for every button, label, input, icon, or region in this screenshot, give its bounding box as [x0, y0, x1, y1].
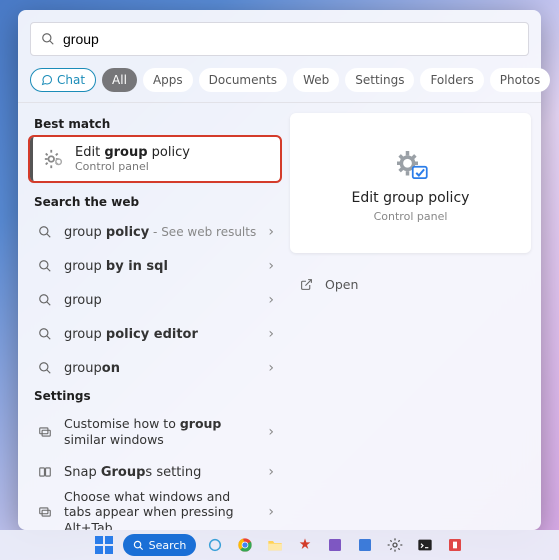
section-settings: Settings: [24, 385, 286, 409]
section-search-web: Search the web: [24, 191, 286, 215]
taskbar-search-label: Search: [149, 539, 187, 552]
tab-settings[interactable]: Settings: [345, 68, 414, 92]
search-bar[interactable]: [30, 22, 529, 56]
search-icon: [38, 361, 52, 375]
chevron-right-icon: ›: [268, 360, 274, 376]
best-match-subtitle: Control panel: [75, 160, 190, 173]
taskbar-search[interactable]: Search: [123, 534, 197, 556]
settings-result[interactable]: Choose what windows and tabs appear when…: [24, 489, 286, 530]
taskbar-settings-icon[interactable]: [384, 534, 406, 556]
open-icon: [300, 278, 313, 291]
snap-group-icon: [38, 465, 52, 479]
taskbar: Search: [0, 530, 559, 560]
tab-all[interactable]: All: [102, 68, 137, 92]
search-flyout: Chat All Apps Documents Web Settings Fol…: [18, 10, 541, 530]
gpedit-icon: [43, 148, 65, 170]
tab-folders[interactable]: Folders: [420, 68, 483, 92]
search-icon: [41, 32, 55, 46]
search-icon: [38, 327, 52, 341]
taskbar-chrome-icon[interactable]: [234, 534, 256, 556]
chevron-right-icon: ›: [268, 326, 274, 342]
start-button[interactable]: [93, 534, 115, 556]
web-result[interactable]: groupon ›: [24, 351, 286, 385]
chevron-right-icon: ›: [268, 424, 274, 440]
search-icon: [38, 225, 52, 239]
detail-column: Edit group policy Control panel Open: [286, 103, 541, 530]
search-icon: [38, 259, 52, 273]
taskbar-app-icon[interactable]: [324, 534, 346, 556]
alt-tab-icon: [38, 505, 52, 519]
filter-tabs: Chat All Apps Documents Web Settings Fol…: [18, 64, 541, 103]
section-best-match: Best match: [24, 113, 286, 137]
tab-documents[interactable]: Documents: [199, 68, 287, 92]
chat-tab-label: Chat: [57, 73, 85, 87]
open-action[interactable]: Open: [290, 269, 531, 300]
tab-photos[interactable]: Photos: [490, 68, 550, 92]
taskbar-app-icon[interactable]: [354, 534, 376, 556]
search-input[interactable]: [63, 31, 518, 47]
window-group-icon: [38, 425, 52, 439]
search-icon: [38, 293, 52, 307]
chevron-right-icon: ›: [268, 224, 274, 240]
open-label: Open: [325, 277, 358, 292]
chevron-right-icon: ›: [268, 504, 274, 520]
chevron-right-icon: ›: [268, 258, 274, 274]
taskbar-app-icon[interactable]: [294, 534, 316, 556]
best-match-result[interactable]: Edit group policy Control panel: [30, 137, 280, 181]
taskbar-explorer-icon[interactable]: [264, 534, 286, 556]
tab-web[interactable]: Web: [293, 68, 339, 92]
tab-apps[interactable]: Apps: [143, 68, 193, 92]
web-result[interactable]: group policy - See web results ›: [24, 215, 286, 249]
settings-result[interactable]: Snap Groups setting ›: [24, 455, 286, 489]
detail-title: Edit group policy: [352, 190, 470, 206]
best-match-title: Edit group policy: [75, 145, 190, 160]
detail-card: Edit group policy Control panel: [290, 113, 531, 253]
chat-tab[interactable]: Chat: [30, 68, 96, 92]
gpedit-large-icon: [390, 144, 432, 186]
settings-result[interactable]: Customise how to group similar windows ›: [24, 409, 286, 455]
detail-subtitle: Control panel: [374, 210, 448, 223]
results-column: Best match Edit group policy Control pan…: [18, 103, 286, 530]
taskbar-terminal-icon[interactable]: [414, 534, 436, 556]
taskbar-cortana-icon[interactable]: [204, 534, 226, 556]
chevron-right-icon: ›: [268, 292, 274, 308]
chevron-right-icon: ›: [268, 464, 274, 480]
web-result[interactable]: group ›: [24, 283, 286, 317]
taskbar-app-icon[interactable]: [444, 534, 466, 556]
web-result[interactable]: group policy editor ›: [24, 317, 286, 351]
web-result[interactable]: group by in sql ›: [24, 249, 286, 283]
